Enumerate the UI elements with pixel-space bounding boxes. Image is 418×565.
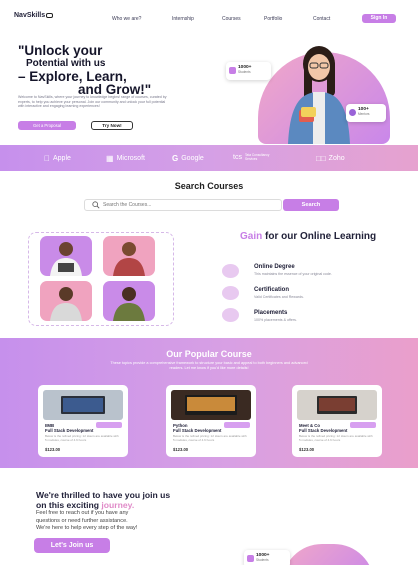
top-navbar	[0, 0, 418, 34]
mentors-count-badge: 100+ Mentors	[346, 104, 386, 122]
logo-mark-icon	[46, 12, 54, 18]
zoho-icon: □□	[316, 154, 326, 163]
course-title-3: Meet & Co Full Stack Development	[299, 423, 348, 433]
student-photo-4	[103, 281, 155, 321]
gain-title-rest: for our Online Learning	[265, 231, 377, 242]
get-proposal-button[interactable]: Get a Proposal	[18, 121, 76, 130]
course-tag-3	[350, 422, 376, 428]
certificate-icon	[222, 286, 239, 300]
join-title-line-1: We're thrilled to have you join us	[36, 490, 171, 500]
students-count-badge: 1000+ Students	[226, 62, 271, 80]
search-icon	[92, 201, 100, 209]
gain-section-title: Gain for our Online Learning	[240, 231, 390, 243]
sign-in-button[interactable]: Sign In	[362, 14, 396, 23]
course-tag-2	[224, 422, 250, 428]
partner-apple: Apple	[44, 154, 71, 163]
students-icon	[229, 67, 236, 74]
course-image-1	[43, 390, 123, 420]
course-card-3[interactable]: Meet & Co Full Stack Development Below is…	[292, 385, 382, 457]
popular-courses-subtitle: These topics provide a comprehensive fra…	[110, 361, 308, 370]
join-title-line-2: on this exciting	[36, 500, 100, 510]
feature-desc-certification: Valid Certificates and Rewards.	[254, 295, 304, 299]
placement-icon	[222, 308, 239, 322]
hero-description: Welcome to NavSkills, where your journey…	[18, 95, 167, 108]
course-meta-2: Below is the refined pricing: 12 Hours a…	[173, 434, 247, 442]
course-meta-3: Below is the refined pricing: 12 Hours a…	[299, 434, 373, 442]
course-image-2	[171, 390, 251, 420]
search-button[interactable]: Search	[283, 199, 339, 211]
join-students-label: Students	[256, 558, 269, 562]
course-tag-1	[96, 422, 122, 428]
feature-title-online-degree: Online Degree	[254, 264, 295, 270]
mentors-label: Mentors	[358, 112, 370, 116]
search-input[interactable]	[103, 200, 273, 210]
join-description: Feel free to reach out if you have any q…	[36, 510, 138, 531]
nav-link-internship[interactable]: Internship	[172, 16, 194, 22]
gain-title-highlight: Gain	[240, 231, 263, 242]
join-title: We're thrilled to have you join us on th…	[36, 490, 206, 510]
degree-icon	[222, 264, 239, 278]
partner-google: G Google	[172, 154, 204, 163]
search-section-title: Search Courses	[174, 181, 244, 191]
tcs-icon: tcs	[233, 154, 242, 162]
course-card-1[interactable]: IIMB Full Stack Development Below is the …	[38, 385, 128, 457]
join-students-badge: 1000+ Students	[244, 550, 290, 565]
partner-tcs: tcs Tata Consultancy Services	[233, 153, 270, 162]
student-photo-3	[40, 281, 92, 321]
course-price-2: $123.00	[173, 447, 189, 452]
student-photo-2	[103, 236, 155, 276]
hero-title-line-1: "Unlock your	[18, 43, 103, 58]
nav-link-who-we-are[interactable]: Who we are?	[112, 16, 141, 22]
course-price-1: $123.00	[45, 447, 61, 452]
join-backdrop-blob	[282, 544, 374, 565]
students-icon	[247, 555, 254, 562]
course-meta-1: Below is the refined pricing: 12 Hours a…	[45, 434, 119, 442]
microsoft-icon: ▦	[106, 154, 114, 163]
apple-icon: 	[44, 154, 50, 163]
nav-link-portfolio[interactable]: Portfolio	[264, 16, 282, 22]
course-title-2: Python Full Stack Development	[173, 423, 222, 433]
google-icon: G	[172, 154, 179, 163]
partner-microsoft: ▦ Microsoft	[106, 154, 145, 163]
hero-student-image	[288, 46, 350, 144]
students-label: Students	[238, 70, 251, 74]
brand-logo[interactable]: NavSkills	[14, 12, 54, 19]
hero-title: "Unlock your Potential with us – Explore…	[18, 43, 218, 97]
join-us-button[interactable]: Let's Join us	[34, 538, 110, 553]
course-title-1: IIMB Full Stack Development	[45, 423, 94, 433]
course-price-3: $123.00	[299, 447, 315, 452]
feature-title-certification: Certification	[254, 287, 290, 293]
nav-link-courses[interactable]: Courses	[222, 16, 241, 22]
course-image-3	[297, 390, 377, 420]
partner-zoho: □□ Zoho	[316, 154, 345, 163]
nav-link-contact[interactable]: Contact	[313, 16, 330, 22]
join-title-highlight: journey.	[101, 500, 135, 510]
student-photo-1	[40, 236, 92, 276]
course-card-2[interactable]: Python Full Stack Development Below is th…	[166, 385, 256, 457]
popular-courses-title: Our Popular Course	[166, 349, 252, 359]
feature-desc-placements: 100% placements & offers.	[254, 318, 297, 322]
try-now-button[interactable]: Try Now!	[91, 121, 133, 130]
feature-title-placements: Placements	[254, 310, 288, 316]
feature-desc-online-degree: This maintains the essence of your origi…	[254, 272, 332, 276]
mentors-icon	[349, 109, 356, 116]
